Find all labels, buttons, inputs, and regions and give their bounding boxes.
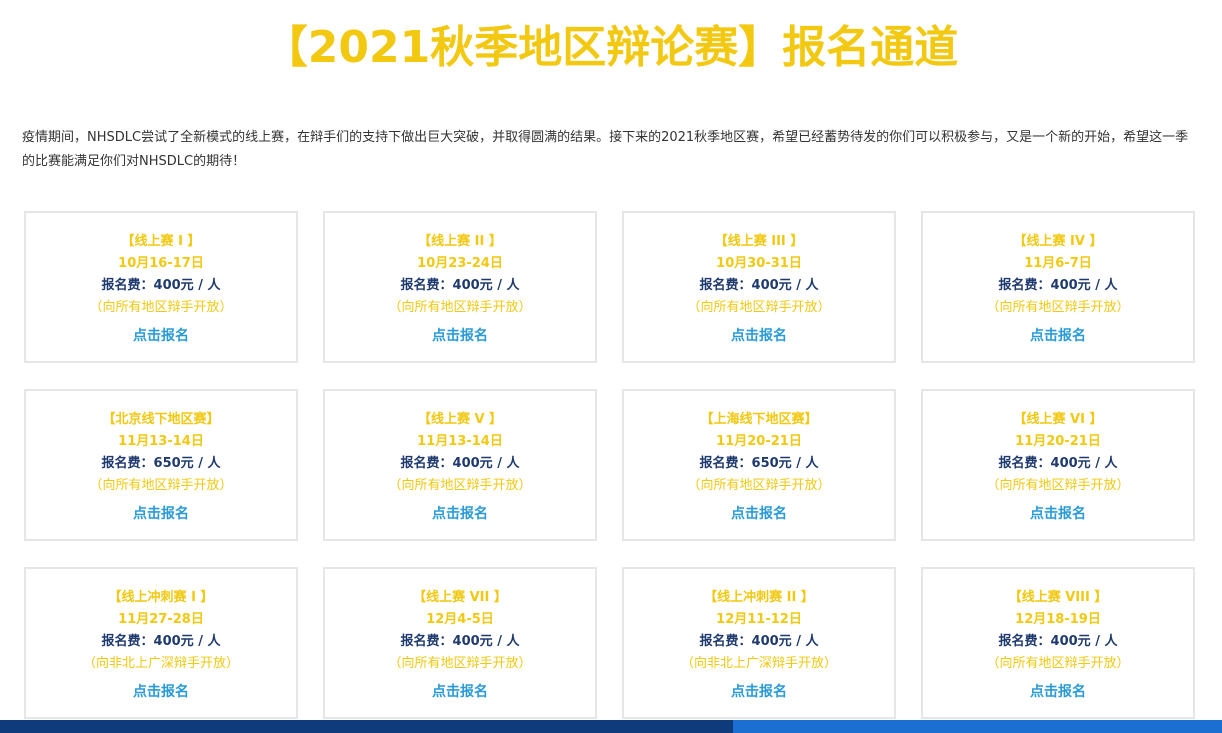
competition-date: 12月18-19日 [1015,612,1101,627]
registration-fee: 报名费：400元 / 人 [998,278,1118,293]
eligibility-note: （向所有地区辩手开放） [986,656,1130,671]
registration-fee: 报名费：400元 / 人 [998,456,1118,471]
register-link[interactable]: 点击报名 [133,325,189,347]
register-link[interactable]: 点击报名 [731,325,787,347]
register-link[interactable]: 点击报名 [432,503,488,525]
competition-card: 【线上赛 VIII 】 12月18-19日 报名费：400元 / 人 （向所有地… [921,567,1195,719]
competition-name: 【线上赛 VIII 】 [1008,590,1108,605]
registration-fee: 报名费：650元 / 人 [101,456,221,471]
competition-name: 【线上赛 V 】 [417,412,503,427]
competition-date: 11月20-21日 [716,434,802,449]
competition-card: 【线上赛 III 】 10月30-31日 报名费：400元 / 人 （向所有地区… [622,211,896,363]
registration-fee: 报名费：400元 / 人 [101,634,221,649]
eligibility-note: （向所有地区辩手开放） [388,300,532,315]
eligibility-note: （向所有地区辩手开放） [986,300,1130,315]
competition-date: 10月16-17日 [118,256,204,271]
competition-card: 【线上赛 IV 】 11月6-7日 报名费：400元 / 人 （向所有地区辩手开… [921,211,1195,363]
competition-name: 【线上赛 III 】 [714,234,804,249]
competition-grid: 【线上赛 I 】 10月16-17日 报名费：400元 / 人 （向所有地区辩手… [24,211,1198,719]
competition-card: 【线上赛 VI 】 11月20-21日 报名费：400元 / 人 （向所有地区辩… [921,389,1195,541]
footer-bar-dark-segment [0,720,733,733]
competition-card: 【线上赛 II 】 10月23-24日 报名费：400元 / 人 （向所有地区辩… [323,211,597,363]
register-link[interactable]: 点击报名 [133,503,189,525]
eligibility-note: （向所有地区辩手开放） [89,300,233,315]
competition-date: 12月4-5日 [426,612,494,627]
competition-date: 11月6-7日 [1024,256,1092,271]
competition-name: 【上海线下地区赛】 [700,412,818,427]
registration-fee: 报名费：400元 / 人 [699,634,819,649]
competition-date: 12月11-12日 [716,612,802,627]
register-link[interactable]: 点击报名 [432,325,488,347]
competition-name: 【线上赛 I 】 [121,234,201,249]
register-link[interactable]: 点击报名 [1030,325,1086,347]
competition-date: 11月27-28日 [118,612,204,627]
registration-fee: 报名费：400元 / 人 [400,278,520,293]
competition-date: 11月20-21日 [1015,434,1101,449]
competition-name: 【线上冲刺赛 I 】 [108,590,214,605]
competition-name: 【北京线下地区赛】 [102,412,220,427]
competition-name: 【线上冲刺赛 II 】 [704,590,814,605]
eligibility-note: （向所有地区辩手开放） [687,478,831,493]
footer-bar-light-segment [733,720,1222,733]
register-link[interactable]: 点击报名 [1030,681,1086,703]
competition-name: 【线上赛 IV 】 [1013,234,1103,249]
eligibility-note: （向非北上广深辩手开放） [680,656,837,671]
competition-card: 【线上冲刺赛 I 】 11月27-28日 报名费：400元 / 人 （向非北上广… [24,567,298,719]
competition-date: 10月30-31日 [716,256,802,271]
competition-card: 【线上赛 I 】 10月16-17日 报名费：400元 / 人 （向所有地区辩手… [24,211,298,363]
eligibility-note: （向所有地区辩手开放） [986,478,1130,493]
competition-name: 【线上赛 II 】 [418,234,502,249]
registration-fee: 报名费：400元 / 人 [400,634,520,649]
registration-fee: 报名费：400元 / 人 [101,278,221,293]
registration-fee: 报名费：400元 / 人 [699,278,819,293]
competition-date: 10月23-24日 [417,256,503,271]
registration-fee: 报名费：650元 / 人 [699,456,819,471]
competition-name: 【线上赛 VII 】 [413,590,507,605]
competition-card: 【上海线下地区赛】 11月20-21日 报名费：650元 / 人 （向所有地区辩… [622,389,896,541]
registration-fee: 报名费：400元 / 人 [998,634,1118,649]
eligibility-note: （向所有地区辩手开放） [388,656,532,671]
intro-paragraph: 疫情期间，NHSDLC尝试了全新模式的线上赛，在辩手们的支持下做出巨大突破，并取… [22,130,1189,169]
competition-card: 【线上冲刺赛 II 】 12月11-12日 报名费：400元 / 人 （向非北上… [622,567,896,719]
register-link[interactable]: 点击报名 [731,681,787,703]
competition-date: 11月13-14日 [118,434,204,449]
eligibility-note: （向所有地区辩手开放） [388,478,532,493]
page-title: 【2021秋季地区辩论赛】报名通道 [263,22,959,73]
register-link[interactable]: 点击报名 [731,503,787,525]
competition-card: 【线上赛 VII 】 12月4-5日 报名费：400元 / 人 （向所有地区辩手… [323,567,597,719]
competition-date: 11月13-14日 [417,434,503,449]
eligibility-note: （向所有地区辩手开放） [687,300,831,315]
register-link[interactable]: 点击报名 [133,681,189,703]
eligibility-note: （向所有地区辩手开放） [89,478,233,493]
eligibility-note: （向非北上广深辩手开放） [82,656,239,671]
registration-page: 【2021秋季地区辩论赛】报名通道 疫情期间，NHSDLC尝试了全新模式的线上赛… [0,0,1222,733]
footer-color-bar [0,720,1222,733]
competition-card: 【北京线下地区赛】 11月13-14日 报名费：650元 / 人 （向所有地区辩… [24,389,298,541]
competition-name: 【线上赛 VI 】 [1013,412,1103,427]
register-link[interactable]: 点击报名 [432,681,488,703]
register-link[interactable]: 点击报名 [1030,503,1086,525]
competition-card: 【线上赛 V 】 11月13-14日 报名费：400元 / 人 （向所有地区辩手… [323,389,597,541]
registration-fee: 报名费：400元 / 人 [400,456,520,471]
